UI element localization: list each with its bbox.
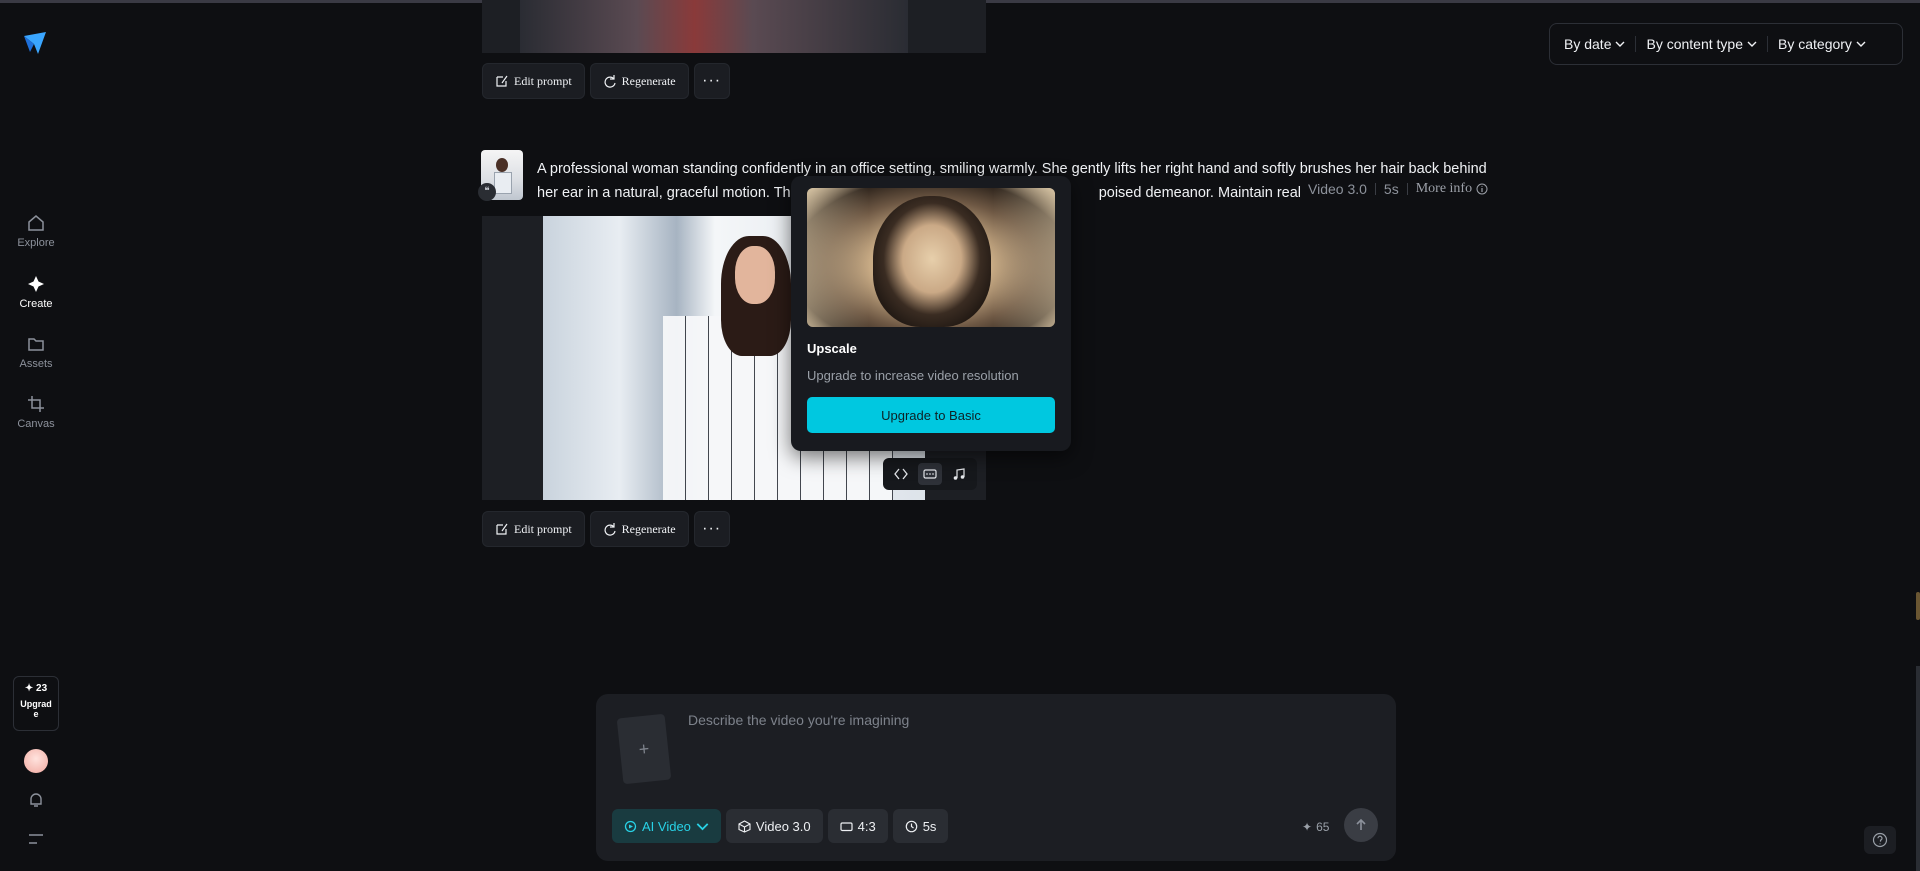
info-icon xyxy=(1476,183,1488,195)
sidebar: Explore Create Assets Canvas ✦ 23 Upgrad… xyxy=(0,0,72,871)
previous-video-thumbnail[interactable] xyxy=(482,0,986,53)
model-selector[interactable]: Video 3.0 xyxy=(725,809,823,843)
popover-title: Upscale xyxy=(807,341,857,356)
popover-description: Upgrade to increase video resolution xyxy=(807,368,1019,383)
regenerate-button[interactable]: Regenerate xyxy=(589,511,689,547)
mode-selector[interactable]: AI Video xyxy=(612,809,721,843)
chevron-down-icon xyxy=(696,822,709,830)
refresh-icon xyxy=(604,523,616,536)
add-reference-button[interactable]: + xyxy=(616,713,672,785)
more-info-link[interactable]: More info xyxy=(1416,181,1488,197)
send-button[interactable] xyxy=(1344,808,1378,842)
bell-icon[interactable] xyxy=(27,791,45,809)
sidebar-item-create[interactable]: Create xyxy=(0,274,72,310)
diamond-arrows-icon xyxy=(894,468,909,480)
filter-by-content-type[interactable]: By content type xyxy=(1635,36,1767,52)
quote-icon: ❝ xyxy=(478,183,496,201)
upgrade-label: Upgrad e xyxy=(20,699,52,719)
scrollbar[interactable] xyxy=(1916,666,1920,871)
app-logo-icon[interactable] xyxy=(22,30,48,56)
duration-label: 5s xyxy=(1383,181,1399,197)
arrow-up-icon xyxy=(1356,818,1366,830)
upscale-tool-button[interactable] xyxy=(917,463,942,485)
sidebar-item-label: Canvas xyxy=(17,418,55,430)
help-button[interactable] xyxy=(1864,826,1896,854)
cube-icon xyxy=(738,819,751,833)
prompt-composer: + AI Video Video 3.0 4:3 5s ✦ 65 xyxy=(596,694,1396,861)
duration-selector[interactable]: 5s xyxy=(892,809,949,843)
edge-tab[interactable] xyxy=(1916,592,1920,620)
chevron-down-icon xyxy=(1856,41,1866,47)
sparkle-icon: ✦ xyxy=(1302,820,1313,834)
extend-tool-button[interactable] xyxy=(889,463,913,485)
model-label: Video 3.0 xyxy=(1308,181,1367,197)
clock-icon xyxy=(905,820,918,832)
sidebar-item-explore[interactable]: Explore xyxy=(0,213,72,249)
edit-icon xyxy=(496,523,508,535)
music-note-icon xyxy=(953,468,965,480)
upscale-popover: Upscale Upgrade to increase video resolu… xyxy=(791,176,1071,451)
filter-bar: By date By content type By category xyxy=(1549,23,1903,65)
audio-tool-button[interactable] xyxy=(947,463,971,485)
sidebar-item-canvas[interactable]: Canvas xyxy=(0,394,72,430)
credit-cost: ✦ 65 xyxy=(1302,820,1330,834)
sidebar-item-label: Create xyxy=(19,298,53,310)
upgrade-credits-button[interactable]: ✦ 23 Upgrad e xyxy=(13,676,59,731)
more-options-button[interactable]: ··· xyxy=(693,511,730,547)
composer-options: AI Video Video 3.0 4:3 5s xyxy=(612,809,949,843)
plus-icon: + xyxy=(637,738,651,759)
video-tools xyxy=(883,458,977,490)
avatar[interactable] xyxy=(24,749,48,773)
upscale-preview-image xyxy=(807,188,1055,327)
ai-video-icon xyxy=(624,820,637,832)
divider xyxy=(1406,183,1408,195)
upgrade-to-basic-button[interactable]: Upgrade to Basic xyxy=(807,397,1055,433)
aspect-ratio-icon xyxy=(840,821,853,831)
generation-meta: Video 3.0 5s More info xyxy=(1300,181,1489,197)
edit-icon xyxy=(496,75,508,87)
aspect-ratio-selector[interactable]: 4:3 xyxy=(827,809,888,843)
sparkle-icon xyxy=(28,276,44,292)
folder-icon xyxy=(28,338,44,351)
chevron-down-icon xyxy=(1747,41,1757,47)
filter-by-category[interactable]: By category xyxy=(1767,36,1876,52)
sidebar-item-label: Explore xyxy=(17,237,55,249)
canvas-crop-icon xyxy=(28,396,44,412)
refresh-icon xyxy=(604,75,616,88)
home-icon xyxy=(28,215,44,231)
hd-icon xyxy=(923,469,937,479)
sidebar-item-label: Assets xyxy=(19,358,53,370)
previous-actions: Edit prompt Regenerate ··· xyxy=(482,63,730,99)
more-options-button[interactable]: ··· xyxy=(693,63,730,99)
menu-icon[interactable] xyxy=(28,832,44,846)
edit-prompt-button[interactable]: Edit prompt xyxy=(482,511,585,547)
chevron-down-icon xyxy=(1615,41,1625,47)
generation-actions: Edit prompt Regenerate ··· xyxy=(482,511,730,547)
edit-prompt-button[interactable]: Edit prompt xyxy=(482,63,585,99)
filter-by-date[interactable]: By date xyxy=(1554,36,1635,52)
regenerate-button[interactable]: Regenerate xyxy=(589,63,689,99)
divider xyxy=(1374,183,1376,195)
credit-count: ✦ 23 xyxy=(24,683,48,694)
help-icon xyxy=(1872,832,1888,848)
sidebar-item-assets[interactable]: Assets xyxy=(0,334,72,370)
prompt-input[interactable] xyxy=(688,712,1368,772)
